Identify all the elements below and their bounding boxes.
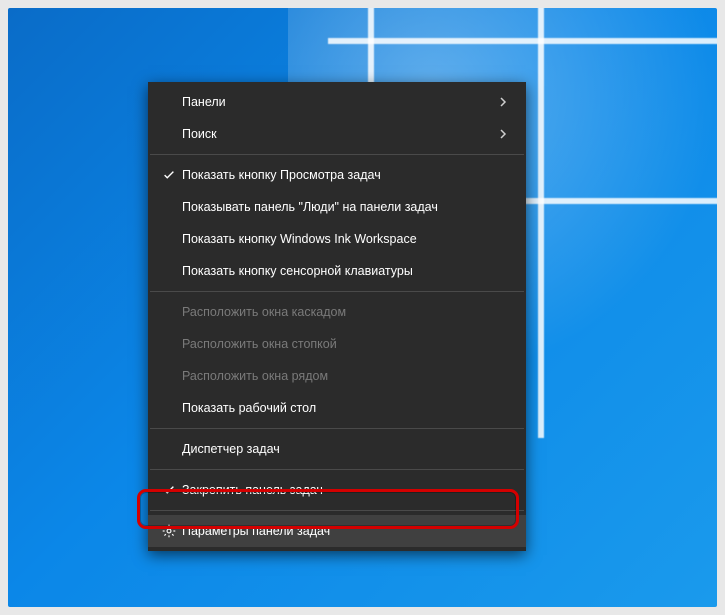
menu-item-label: Параметры панели задач <box>182 524 514 538</box>
menu-item-label: Диспетчер задач <box>182 442 514 456</box>
wallpaper-beam <box>538 8 544 438</box>
menu-item-label: Расположить окна каскадом <box>182 305 514 319</box>
chevron-right-icon <box>498 129 514 139</box>
wallpaper-beam <box>328 38 717 44</box>
menu-item-label: Поиск <box>182 127 498 141</box>
check-icon <box>156 168 182 182</box>
gear-icon <box>156 524 182 538</box>
chevron-right-icon <box>498 97 514 107</box>
menu-item-label: Расположить окна стопкой <box>182 337 514 351</box>
menu-item-people-bar[interactable]: Показывать панель "Люди" на панели задач <box>148 191 526 223</box>
menu-item-label: Закрепить панель задач <box>182 483 514 497</box>
menu-item-label: Показать кнопку Windows Ink Workspace <box>182 232 514 246</box>
menu-item-taskbar-settings[interactable]: Параметры панели задач <box>148 515 526 547</box>
menu-item-task-manager[interactable]: Диспетчер задач <box>148 433 526 465</box>
menu-item-label: Панели <box>182 95 498 109</box>
taskbar-context-menu: Панели Поиск Показать кнопку Просмотра зад… <box>148 82 526 551</box>
menu-separator <box>150 469 524 470</box>
menu-item-panels[interactable]: Панели <box>148 86 526 118</box>
menu-item-ink-workspace[interactable]: Показать кнопку Windows Ink Workspace <box>148 223 526 255</box>
menu-item-label: Показать кнопку Просмотра задач <box>182 168 514 182</box>
menu-item-label: Показывать панель "Люди" на панели задач <box>182 200 514 214</box>
menu-separator <box>150 510 524 511</box>
menu-item-label: Показать кнопку сенсорной клавиатуры <box>182 264 514 278</box>
menu-separator <box>150 291 524 292</box>
check-icon <box>156 483 182 497</box>
menu-item-touch-keyboard[interactable]: Показать кнопку сенсорной клавиатуры <box>148 255 526 287</box>
menu-item-stacked: Расположить окна стопкой <box>148 328 526 360</box>
menu-item-label: Показать рабочий стол <box>182 401 514 415</box>
menu-separator <box>150 154 524 155</box>
menu-item-cascade: Расположить окна каскадом <box>148 296 526 328</box>
menu-item-lock-taskbar[interactable]: Закрепить панель задач <box>148 474 526 506</box>
menu-separator <box>150 428 524 429</box>
desktop-wallpaper: Панели Поиск Показать кнопку Просмотра зад… <box>8 8 717 607</box>
menu-item-search[interactable]: Поиск <box>148 118 526 150</box>
menu-item-label: Расположить окна рядом <box>182 369 514 383</box>
menu-item-task-view[interactable]: Показать кнопку Просмотра задач <box>148 159 526 191</box>
menu-item-sidebyside: Расположить окна рядом <box>148 360 526 392</box>
menu-item-show-desktop[interactable]: Показать рабочий стол <box>148 392 526 424</box>
